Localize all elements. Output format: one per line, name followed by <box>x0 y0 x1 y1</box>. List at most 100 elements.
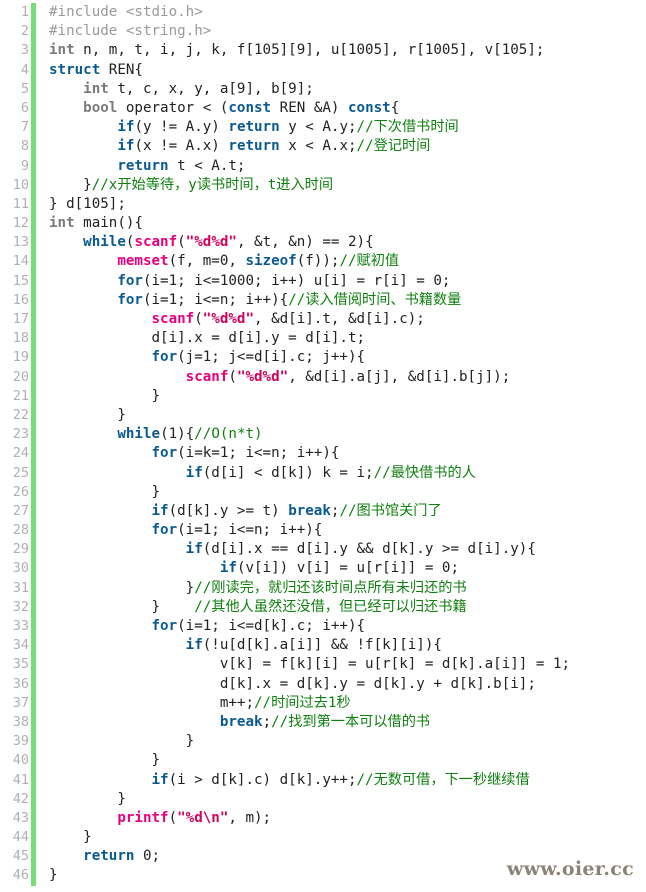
code-viewer[interactable]: 1 #include <stdio.h> 2 #include <string.h> 3… <box>0 0 646 892</box>
code-line-content[interactable]: scanf("%d%d", &d[i].t, &d[i].c); <box>36 310 646 329</box>
code-line[interactable]: 6 bool operator < (const REN &A) const{ <box>0 98 646 119</box>
code-line[interactable]: 11} d[105]; <box>0 194 646 215</box>
code-line[interactable]: 37 m++;//时间过去1秒 <box>0 693 646 713</box>
code-line[interactable]: 13 while(scanf("%d%d", &t, &n) == 2){ <box>0 233 646 253</box>
code-line-content[interactable]: for(i=1; i<=1000; i++) u[i] = r[i] = 0; <box>36 272 646 291</box>
code-line[interactable]: 7 if(y != A.y) return y < A.y;//下次借书时间 <box>0 118 646 138</box>
code-line-content[interactable]: } <box>36 751 646 770</box>
code-line[interactable]: 10 }//x开始等待，y读书时间，t进入时间 <box>0 175 646 195</box>
code-line-content[interactable]: int t, c, x, y, a[9], b[9]; <box>36 80 646 99</box>
token-plain: v[k] = f[k][i] = u[r[k] = d[k].a[i]] = 1… <box>49 656 571 673</box>
code-line[interactable]: 23 while(1){//O(n*t) <box>0 425 646 445</box>
code-line-content[interactable]: m++;//时间过去1秒 <box>36 694 646 713</box>
code-line-content[interactable]: } <box>36 406 646 425</box>
code-line[interactable]: 42 } <box>0 789 646 809</box>
code-line-content[interactable]: scanf("%d%d", &d[i].a[j], &d[i].b[j]); <box>36 368 646 387</box>
token-cmt: //刚读完，就归还该时间点所有未归还的书 <box>194 579 467 596</box>
code-line-content[interactable]: }//x开始等待，y读书时间，t进入时间 <box>36 176 646 195</box>
code-line-content[interactable]: if(y != A.y) return y < A.y;//下次借书时间 <box>36 118 646 137</box>
code-line[interactable]: 20 scanf("%d%d", &d[i].a[j], &d[i].b[j])… <box>0 367 646 387</box>
code-line[interactable]: 38 break;//找到第一本可以借的书 <box>0 712 646 733</box>
code-line-content[interactable]: } <box>36 828 646 847</box>
code-line[interactable]: 41 if(i > d[k].c) d[k].y++;//无数可借，下一秒继续借 <box>0 770 646 790</box>
token-kw: return <box>83 848 135 865</box>
code-line-content[interactable]: if(i > d[k].c) d[k].y++;//无数可借，下一秒继续借 <box>36 771 646 790</box>
code-line-content[interactable]: int n, m, t, i, j, k, f[105][9], u[1005]… <box>36 41 646 60</box>
code-line[interactable]: 33 for(i=1; i<=d[k].c; i++){ <box>0 617 646 637</box>
code-line[interactable]: 22 } <box>0 405 646 426</box>
code-line[interactable]: 28 for(i=1; i<=n; i++){ <box>0 521 646 541</box>
code-line[interactable]: 8 if(x != A.x) return x < A.x;//登记时间 <box>0 137 646 157</box>
code-line[interactable]: 32 } //其他人虽然还没借，但已经可以归还书籍 <box>0 597 646 617</box>
code-line[interactable]: 36 d[k].x = d[k].y = d[k].y + d[k].b[i]; <box>0 674 646 694</box>
code-line[interactable]: 44 } <box>0 828 646 848</box>
code-line-content[interactable]: int main(){ <box>36 214 646 233</box>
line-number: 43 <box>12 809 29 826</box>
code-line[interactable]: 30 if(v[i]) v[i] = u[r[i]] = 0; <box>0 559 646 579</box>
line-number: 4 <box>20 61 29 78</box>
code-line-content[interactable]: break;//找到第一本可以借的书 <box>36 713 646 732</box>
code-line-content[interactable]: #include <string.h> <box>36 22 646 41</box>
code-line[interactable]: 5 int t, c, x, y, a[9], b[9]; <box>0 79 646 99</box>
code-line[interactable]: 4 struct REN{ <box>0 60 646 80</box>
code-line[interactable]: 18 d[i].x = d[i].y = d[i].t; <box>0 329 646 349</box>
code-line-content[interactable]: if(d[i] < d[k]) k = i;//最快借书的人 <box>36 464 646 483</box>
code-line[interactable]: 35 v[k] = f[k][i] = u[r[k] = d[k].a[i]] … <box>0 655 646 675</box>
code-line[interactable]: 14 memset(f, m=0, sizeof(f));//赋初值 <box>0 252 646 272</box>
code-line-content[interactable]: for(i=1; i<=n; i++){//读入借阅时间、书籍数量 <box>36 291 646 310</box>
code-line[interactable]: 17 scanf("%d%d", &d[i].t, &d[i].c); <box>0 310 646 330</box>
code-line[interactable]: 27 if(d[k].y >= t) break;//图书馆关门了 <box>0 501 646 522</box>
code-line[interactable]: 15 for(i=1; i<=1000; i++) u[i] = r[i] = … <box>0 271 646 291</box>
code-line-content[interactable]: } d[105]; <box>36 195 646 214</box>
code-line[interactable]: 40 } <box>0 751 646 771</box>
line-number: 2 <box>20 23 29 40</box>
code-line-content[interactable]: #include <stdio.h> <box>36 3 646 22</box>
code-line-content[interactable]: while(scanf("%d%d", &t, &n) == 2){ <box>36 233 646 252</box>
code-line-content[interactable]: struct REN{ <box>36 61 646 80</box>
code-line-content[interactable]: for(j=1; j<=d[i].c; j++){ <box>36 348 646 367</box>
code-line-content[interactable]: v[k] = f[k][i] = u[r[k] = d[k].a[i]] = 1… <box>36 655 646 674</box>
code-line-content[interactable]: if(x != A.x) return x < A.x;//登记时间 <box>36 137 646 156</box>
code-line-content[interactable]: } <box>36 387 646 406</box>
code-line[interactable]: 24 for(i=k=1; i<=n; i++){ <box>0 444 646 464</box>
code-line[interactable]: 12 int main(){ <box>0 214 646 234</box>
code-line[interactable]: 19 for(j=1; j<=d[i].c; j++){ <box>0 348 646 368</box>
code-line-content[interactable]: } <box>36 790 646 809</box>
token-func: scanf <box>185 368 229 385</box>
code-line[interactable]: 3 int n, m, t, i, j, k, f[105][9], u[1005… <box>0 41 646 61</box>
code-line[interactable]: 16 for(i=1; i<=n; i++){//读入借阅时间、书籍数量 <box>0 290 646 310</box>
code-line[interactable]: 34 if(!u[d[k].a[i]] && !f[k][i]){ <box>0 636 646 656</box>
code-line-content[interactable]: return t < A.t; <box>36 157 646 176</box>
code-line-content[interactable]: if(v[i]) v[i] = u[r[i]] = 0; <box>36 559 646 578</box>
token-kw: sizeof <box>245 253 297 270</box>
code-line-content[interactable]: if(d[k].y >= t) break;//图书馆关门了 <box>36 502 646 521</box>
code-line-content[interactable]: printf("%d\n", m); <box>36 809 646 828</box>
code-line-content[interactable]: while(1){//O(n*t) <box>36 425 646 444</box>
code-line[interactable]: 1 #include <stdio.h> <box>0 3 646 23</box>
code-line[interactable]: 9 return t < A.t; <box>0 156 646 176</box>
code-line-content[interactable]: if(d[i].x == d[i].y && d[k].y >= d[i].y)… <box>36 540 646 559</box>
code-line-content[interactable]: for(i=1; i<=n; i++){ <box>36 521 646 540</box>
code-line[interactable]: 39 } <box>0 732 646 752</box>
code-line-content[interactable]: memset(f, m=0, sizeof(f));//赋初值 <box>36 252 646 271</box>
code-line-content[interactable]: bool operator < (const REN &A) const{ <box>36 99 646 118</box>
code-line-content[interactable]: if(!u[d[k].a[i]] && !f[k][i]){ <box>36 636 646 655</box>
code-line-content[interactable]: } <box>36 732 646 751</box>
code-line-content[interactable]: d[k].x = d[k].y = d[k].y + d[k].b[i]; <box>36 675 646 694</box>
code-line[interactable]: 31 }//刚读完，就归还该时间点所有未归还的书 <box>0 578 646 598</box>
token-plain: } d[105]; <box>49 195 126 212</box>
code-line[interactable]: 2 #include <string.h> <box>0 22 646 42</box>
token-plain: (i=1; i<=d[k].c; i++){ <box>177 618 366 634</box>
token-plain: d[i].x = d[i].y = d[i].t; <box>49 330 366 347</box>
code-line-content[interactable]: d[i].x = d[i].y = d[i].t; <box>36 329 646 348</box>
code-line[interactable]: 29 if(d[i].x == d[i].y && d[k].y >= d[i]… <box>0 540 646 560</box>
code-line-content[interactable]: }//刚读完，就归还该时间点所有未归还的书 <box>36 579 646 598</box>
code-line-content[interactable]: } <box>36 483 646 502</box>
code-line-content[interactable]: } //其他人虽然还没借，但已经可以归还书籍 <box>36 598 646 617</box>
code-line[interactable]: 21 } <box>0 386 646 406</box>
code-line-content[interactable]: for(i=k=1; i<=n; i++){ <box>36 444 646 463</box>
code-line[interactable]: 25 if(d[i] < d[k]) k = i;//最快借书的人 <box>0 463 646 483</box>
code-line[interactable]: 26 } <box>0 482 646 502</box>
code-line-content[interactable]: for(i=1; i<=d[k].c; i++){ <box>36 617 646 636</box>
code-line[interactable]: 43 printf("%d\n", m); <box>0 808 646 829</box>
